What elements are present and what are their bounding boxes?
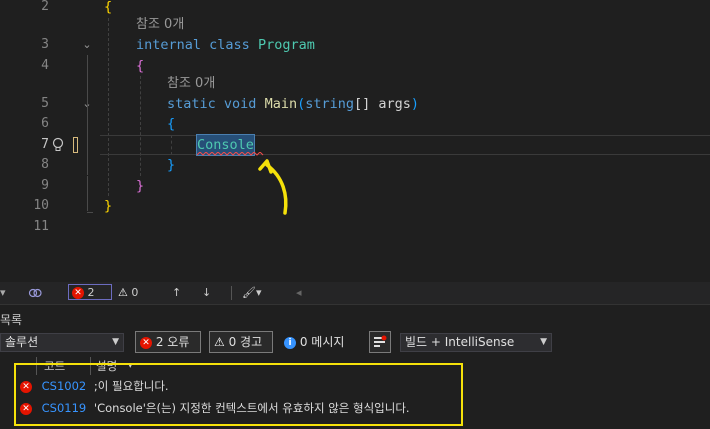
line-number: 6 xyxy=(41,116,49,131)
keyword-string: string xyxy=(305,96,355,112)
divider xyxy=(231,286,232,300)
brace-close: } xyxy=(104,198,113,214)
scope-select-value: 솔루션 xyxy=(5,335,39,349)
keyword-class: class xyxy=(209,37,250,53)
line-number: 8 xyxy=(41,157,49,172)
error-icon: ✕ xyxy=(140,336,152,349)
line-number: 11 xyxy=(33,219,49,234)
line-number: 3 xyxy=(41,37,49,52)
warning-count-indicator[interactable]: ⚠ 0 xyxy=(118,282,148,304)
error-list-panel: 목록 솔루션 ▼ ✕ 2 오류 ⚠ 0 경고 i 0 메시지 빌드 + Inte… xyxy=(0,304,710,429)
error-icon: ✕ xyxy=(72,287,84,299)
error-count: 2 xyxy=(87,286,95,299)
lightbulb-icon[interactable] xyxy=(51,137,65,153)
line-number-active: 7 xyxy=(41,137,49,152)
chevron-down-icon: ▼ xyxy=(540,337,547,347)
copilot-icon[interactable] xyxy=(28,282,44,304)
code-editor[interactable]: 2 3 4 5 6 7 8 9 10 11 ⌄ ⌄ { 참조 0개 intern… xyxy=(0,0,710,282)
brace-close: } xyxy=(136,178,145,194)
line-number: 2 xyxy=(41,0,49,14)
warnings-filter-label: 0 경고 xyxy=(228,335,263,349)
class-name: Program xyxy=(257,37,315,53)
line-number: 9 xyxy=(41,178,49,193)
method-declaration: static void Main(string[] args) xyxy=(167,94,419,114)
messages-filter-label: 0 메시지 xyxy=(299,335,345,349)
array-brackets: [] xyxy=(354,96,371,112)
annotation-arrow xyxy=(258,159,288,215)
brace-close: } xyxy=(167,157,176,173)
dropdown-arrow-icon[interactable]: ▾ xyxy=(0,282,10,304)
method-name: Main xyxy=(264,96,298,112)
fold-line xyxy=(87,176,88,211)
brace-open: { xyxy=(136,58,145,74)
warning-count: 0 xyxy=(131,286,139,299)
filter-toggle-button[interactable] xyxy=(369,331,391,353)
references-codelens[interactable]: 참조 0개 xyxy=(167,74,215,94)
class-declaration: internal class Program xyxy=(136,35,315,55)
brace-open: { xyxy=(167,116,176,132)
scope-select[interactable]: 솔루션 ▼ xyxy=(0,333,124,352)
fold-line-end xyxy=(87,212,93,213)
errors-filter-label: 2 오류 xyxy=(155,335,190,349)
indent-guide xyxy=(140,76,141,176)
change-marker xyxy=(73,137,78,153)
fold-line xyxy=(87,55,88,175)
panel-title: 목록 xyxy=(0,313,23,327)
line-number: 5 xyxy=(41,96,49,111)
keyword-void: void xyxy=(223,96,257,112)
source-select-value: 빌드 + IntelliSense xyxy=(405,335,515,349)
arrow-down-icon[interactable]: ↓ xyxy=(202,282,214,304)
errors-filter-button[interactable]: ✕ 2 오류 xyxy=(135,331,201,353)
paren-close: ) xyxy=(410,96,420,112)
error-count-indicator[interactable]: ✕ 2 xyxy=(68,284,112,300)
line-number: 10 xyxy=(33,198,49,213)
arrow-up-icon[interactable]: ↑ xyxy=(172,282,184,304)
scroll-left-icon[interactable]: ◂ xyxy=(296,282,306,304)
warning-icon: ⚠ xyxy=(118,286,128,299)
paren-open: ( xyxy=(297,96,306,112)
warnings-filter-button[interactable]: ⚠ 0 경고 xyxy=(209,331,273,353)
indent-guide xyxy=(108,18,109,196)
parameter-name: args xyxy=(370,96,411,112)
source-select[interactable]: 빌드 + IntelliSense ▼ xyxy=(400,333,552,352)
keyword-static: static xyxy=(167,96,216,112)
line-number: 4 xyxy=(41,58,49,73)
references-codelens[interactable]: 참조 0개 xyxy=(136,15,184,35)
chevron-down-icon: ▼ xyxy=(112,337,119,347)
current-line-highlight xyxy=(100,135,710,155)
info-icon: i xyxy=(284,336,296,349)
editor-status-row: ▾ ✕ 2 ⚠ 0 ↑ ↓ 🖌▾ ◂ xyxy=(0,282,710,304)
keyword-internal: internal xyxy=(136,37,202,53)
messages-filter-button[interactable]: i 0 메시지 xyxy=(284,331,362,353)
chevron-down-icon[interactable]: ⌄ xyxy=(81,35,93,55)
filter-icon xyxy=(374,335,387,347)
brace-open: { xyxy=(104,0,113,15)
brush-icon[interactable]: 🖌▾ xyxy=(242,282,270,304)
warning-icon: ⚠ xyxy=(214,335,225,349)
annotation-highlight-box xyxy=(14,363,463,426)
